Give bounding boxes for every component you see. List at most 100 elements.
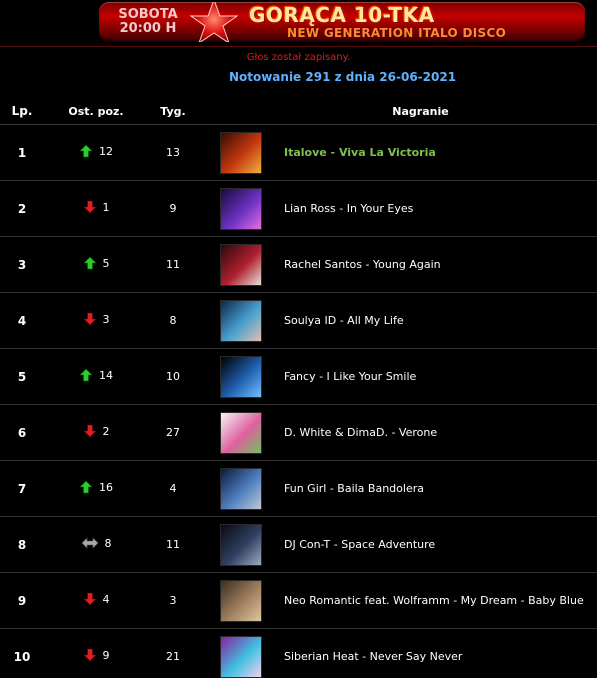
track-title-link[interactable]: DJ Con-T - Space Adventure (284, 538, 435, 551)
track-title-link[interactable]: Fun Girl - Baila Bandolera (284, 482, 424, 495)
weeks-on-chart: 10 (148, 348, 198, 405)
column-header-previous: Ost. poz. (44, 98, 148, 125)
arrow-up-icon (82, 256, 97, 270)
album-cover-image[interactable] (220, 467, 262, 510)
previous-position-cell: 1 (44, 180, 148, 237)
show-banner[interactable]: SOBOTA 20:00 H GORĄCA 10-TKA NEW GENERAT… (99, 2, 585, 42)
album-cover-image[interactable] (220, 131, 262, 174)
chart-page: SOBOTA 20:00 H GORĄCA 10-TKA NEW GENERAT… (0, 0, 597, 678)
column-header-cover (198, 98, 284, 125)
column-header-weeks: Tyg. (148, 98, 198, 125)
previous-position: 12 (79, 144, 113, 158)
cover-cell (198, 572, 284, 629)
track-title-link[interactable]: Soulya ID - All My Life (284, 314, 404, 327)
weeks-on-chart: 21 (148, 628, 198, 678)
previous-position: 5 (82, 256, 110, 270)
rank-position: 4 (0, 292, 44, 349)
track-title-link[interactable]: D. White & DimaD. - Verone (284, 426, 437, 439)
chart-rows: 1 12 13 Italove - Viva La Victoria 2 1 9 Lian R… (0, 124, 597, 678)
cover-cell (198, 236, 284, 293)
divider (0, 46, 597, 47)
weeks-on-chart: 4 (148, 460, 198, 517)
chart-row: 10 9 21 Siberian Heat - Never Say Never (0, 628, 597, 678)
previous-position-cell: 16 (44, 460, 148, 517)
previous-position: 14 (79, 368, 113, 382)
weeks-on-chart: 11 (148, 236, 198, 293)
column-header-rank: Lp. (0, 98, 44, 125)
show-title: GORĄCA 10-TKA (249, 3, 435, 27)
previous-position-value: 16 (99, 480, 113, 494)
previous-position: 16 (79, 480, 113, 494)
cover-cell (198, 516, 284, 573)
album-cover-image[interactable] (220, 187, 262, 230)
chart-row: 6 2 27 D. White & DimaD. - Verone (0, 404, 597, 461)
previous-position: 8 (81, 536, 112, 550)
weeks-on-chart: 3 (148, 572, 198, 629)
cover-cell (198, 124, 284, 181)
chart-row: 5 14 10 Fancy - I Like Your Smile (0, 348, 597, 405)
chart-row: 1 12 13 Italove - Viva La Victoria (0, 124, 597, 181)
previous-position-cell: 8 (44, 516, 148, 573)
arrow-both-icon (81, 536, 99, 550)
column-header-track: Nagranie (284, 98, 597, 125)
album-cover-image[interactable] (220, 411, 262, 454)
track-cell: Lian Ross - In Your Eyes (284, 180, 597, 237)
previous-position-value: 4 (102, 592, 110, 606)
track-cell: Fancy - I Like Your Smile (284, 348, 597, 405)
cover-cell (198, 348, 284, 405)
chart-row: 3 5 11 Rachel Santos - Young Again (0, 236, 597, 293)
track-cell: Neo Romantic feat. Wolframm - My Dream -… (284, 572, 597, 629)
track-cell: Fun Girl - Baila Bandolera (284, 460, 597, 517)
table-header-row: Lp. Ost. poz. Tyg. Nagranie (0, 98, 597, 125)
track-title-link[interactable]: Siberian Heat - Never Say Never (284, 650, 462, 663)
track-title-link[interactable]: Fancy - I Like Your Smile (284, 370, 416, 383)
show-day: SOBOTA (118, 7, 178, 22)
track-title-link[interactable]: Rachel Santos - Young Again (284, 258, 441, 271)
star-icon (189, 2, 239, 42)
track-title-link[interactable]: Lian Ross - In Your Eyes (284, 202, 413, 215)
previous-position-value: 12 (99, 144, 113, 158)
rank-position: 5 (0, 348, 44, 405)
previous-position-cell: 14 (44, 348, 148, 405)
track-cell: Italove - Viva La Victoria (284, 124, 597, 181)
track-title-link[interactable]: Italove - Viva La Victoria (284, 146, 436, 159)
album-cover-image[interactable] (220, 355, 262, 398)
previous-position-value: 8 (104, 536, 112, 550)
track-cell: Rachel Santos - Young Again (284, 236, 597, 293)
cover-cell (198, 628, 284, 678)
previous-position-cell: 9 (44, 628, 148, 678)
show-time: 20:00 H (119, 21, 177, 36)
previous-position-cell: 12 (44, 124, 148, 181)
previous-position-value: 14 (99, 368, 113, 382)
previous-position-cell: 3 (44, 292, 148, 349)
track-cell: Siberian Heat - Never Say Never (284, 628, 597, 678)
album-cover-image[interactable] (220, 243, 262, 286)
track-cell: D. White & DimaD. - Verone (284, 404, 597, 461)
chart-edition-title: Notowanie 291 z dnia 26-06-2021 (228, 70, 457, 84)
previous-position-cell: 2 (44, 404, 148, 461)
vote-status-message: Głos został zapisany. (246, 52, 351, 63)
rank-position: 2 (0, 180, 44, 237)
album-cover-image[interactable] (220, 579, 262, 622)
arrow-down-icon (82, 200, 97, 214)
album-cover-image[interactable] (220, 299, 262, 342)
previous-position-cell: 5 (44, 236, 148, 293)
rank-position: 3 (0, 236, 44, 293)
previous-position-value: 1 (102, 200, 110, 214)
arrow-down-icon (82, 648, 97, 662)
chart-row: 7 16 4 Fun Girl - Baila Bandolera (0, 460, 597, 517)
track-title-link[interactable]: Neo Romantic feat. Wolframm - My Dream -… (284, 594, 584, 607)
cover-cell (198, 292, 284, 349)
album-cover-image[interactable] (220, 635, 262, 678)
track-cell: Soulya ID - All My Life (284, 292, 597, 349)
weeks-on-chart: 9 (148, 180, 198, 237)
chart-row: 9 4 3 Neo Romantic feat. Wolframm - My Drea… (0, 572, 597, 629)
show-schedule: SOBOTA 20:00 H (113, 8, 183, 36)
previous-position-value: 3 (102, 312, 110, 326)
weeks-on-chart: 13 (148, 124, 198, 181)
track-cell: DJ Con-T - Space Adventure (284, 516, 597, 573)
album-cover-image[interactable] (220, 523, 262, 566)
previous-position: 2 (82, 424, 110, 438)
rank-position: 9 (0, 572, 44, 629)
previous-position: 4 (82, 592, 110, 606)
